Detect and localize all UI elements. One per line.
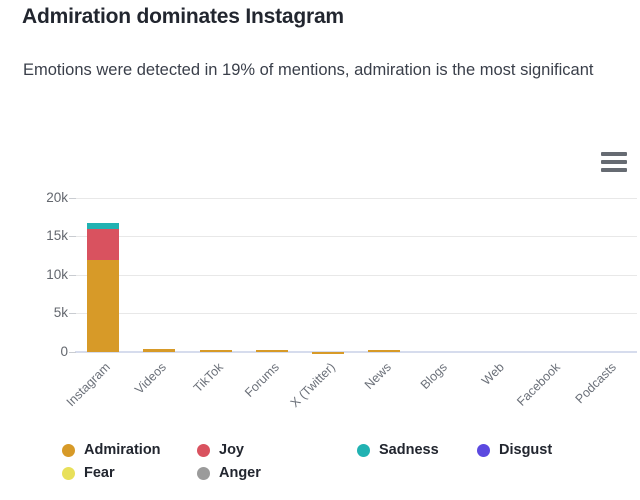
legend-item-anger[interactable]: Anger [197, 465, 261, 481]
legend-label: Sadness [379, 442, 439, 458]
legend-label: Joy [219, 442, 244, 458]
legend-color-swatch [357, 443, 370, 457]
legend-item-sadness[interactable]: Sadness [357, 442, 439, 458]
bar-segment[interactable] [87, 228, 120, 261]
legend-color-swatch [62, 443, 75, 457]
y-tick-label: 10k [46, 266, 68, 282]
legend-label: Admiration [84, 442, 161, 458]
y-tick-label: 0 [60, 344, 68, 359]
legend-item-admiration[interactable]: Admiration [62, 442, 161, 458]
bar-segment[interactable] [368, 350, 401, 353]
legend-color-swatch [62, 466, 75, 480]
y-tick-label: 5k [53, 305, 68, 321]
legend-item-disgust[interactable]: Disgust [477, 442, 552, 458]
bar-segment[interactable] [255, 349, 288, 352]
legend-label: Fear [84, 465, 115, 481]
y-tick-label: 15k [46, 228, 68, 244]
legend-item-joy[interactable]: Joy [197, 442, 244, 458]
legend-label: Anger [219, 465, 261, 481]
legend-color-swatch [477, 443, 490, 457]
plot-area: 0 5k 10k 15k 20k Instagram Videos TikTok Forums… [0, 0, 640, 500]
legend-item-fear[interactable]: Fear [62, 465, 115, 481]
y-tick-label: 20k [46, 189, 68, 205]
bar-group[interactable] [593, 0, 625, 500]
chart-card: Admiration dominates Instagram Emotions … [0, 0, 640, 500]
legend-color-swatch [197, 466, 210, 480]
bar-segment[interactable] [199, 349, 232, 352]
bar-segment[interactable] [87, 223, 120, 229]
legend: Admiration Joy Sadness Disgust Fear Anger [62, 442, 637, 492]
bar-segment[interactable] [87, 260, 120, 352]
legend-color-swatch [197, 443, 210, 457]
bar-segment[interactable] [143, 349, 176, 352]
bar-segment[interactable] [311, 351, 344, 354]
legend-label: Disgust [499, 442, 553, 458]
